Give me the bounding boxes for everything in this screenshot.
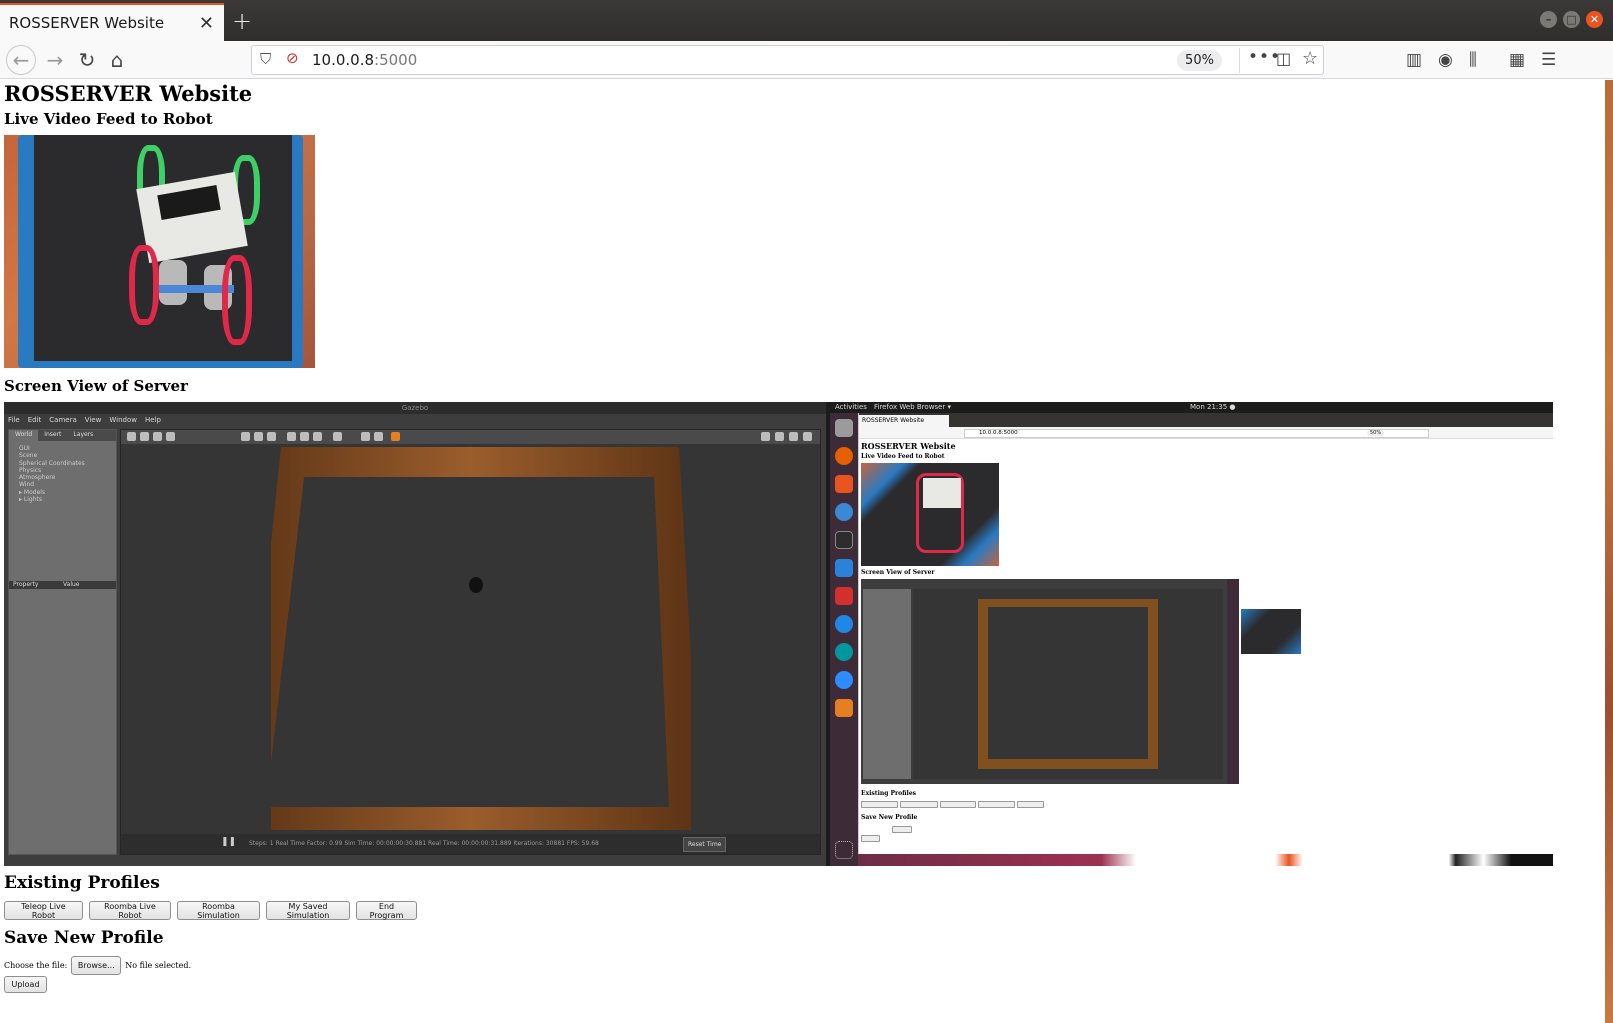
gazebo-property-header: Property Value: [9, 581, 116, 589]
sidebar-icon[interactable]: ▥: [1406, 50, 1422, 70]
gazebo-menu-file: File: [8, 416, 20, 424]
bookmark-star-icon[interactable]: ☆: [1302, 48, 1318, 69]
tracking-shield-icon[interactable]: ⛉: [260, 50, 271, 68]
ubuntu-desktop: Activities Firefox Web Browser ▾ Mon 21:…: [830, 402, 1553, 866]
gift-icon[interactable]: ▦: [1509, 50, 1525, 70]
minimize-icon[interactable]: –: [1540, 11, 1557, 28]
new-tab-button[interactable]: +: [232, 7, 252, 35]
gazebo-title: Gazebo: [4, 402, 826, 414]
server-screen-view: Gazebo File Edit Camera View Window Help…: [4, 402, 1553, 866]
wooden-arena-frame: [271, 445, 691, 830]
profile-buttons: Teleop Live Robot Roomba Live Robot Room…: [4, 901, 417, 920]
url-bar[interactable]: ⛉ ⊘ 10.0.0.8:5000 50% ••• ◫ ☆: [251, 45, 1324, 75]
robot-video-feed: [4, 135, 315, 368]
tab-title: ROSSERVER Website: [9, 14, 165, 32]
nested-browser-window: ROSSERVER Website 10.0.0.8:5000 50% ROSS…: [858, 413, 1553, 854]
no-file-selected-label: No file selected.: [125, 961, 192, 970]
gazebo-world-tree: GUI Scene Spherical Coordinates Physics …: [19, 445, 85, 504]
browser-tab[interactable]: ROSSERVER Website ✕: [0, 3, 224, 41]
gazebo-tab-insert: Insert: [44, 431, 62, 438]
gazebo-toolbar: [121, 430, 820, 444]
existing-profiles-heading: Existing Profiles: [4, 873, 160, 893]
gazebo-reset-time: Reset Time: [683, 837, 727, 852]
page-right-edge: [1560, 80, 1613, 1023]
page-content: ROSSERVER Website Live Video Feed to Rob…: [0, 80, 1613, 1023]
insecure-lock-icon[interactable]: ⊘: [286, 49, 299, 67]
tab-close-icon[interactable]: ✕: [199, 13, 214, 34]
save-profile-heading: Save New Profile: [4, 928, 164, 948]
gazebo-menu-camera: Camera: [49, 416, 77, 424]
profile-roomba-simulation-button[interactable]: Roomba Simulation: [177, 901, 260, 920]
choose-file-label: Choose the file:: [4, 961, 68, 970]
upload-button[interactable]: Upload: [4, 976, 47, 993]
end-program-button[interactable]: End Program: [356, 901, 417, 920]
gazebo-status-text: Steps: 1 Real Time Factor: 0.99 Sim Time…: [249, 840, 599, 847]
back-arrow-icon[interactable]: ←: [6, 45, 36, 75]
screen-view-heading: Screen View of Server: [4, 377, 188, 395]
ubuntu-wallpaper-strip: [858, 854, 1553, 866]
gazebo-menu-view: View: [84, 416, 102, 424]
gazebo-menu: File Edit Camera View Window Help: [8, 414, 161, 427]
gazebo-menu-edit: Edit: [27, 416, 42, 424]
file-chooser-row: Choose the file: Browse... No file selec…: [4, 956, 191, 975]
account-icon[interactable]: ◉: [1438, 50, 1453, 70]
reload-icon[interactable]: ↻: [72, 46, 102, 74]
gazebo-tab-layers: Layers: [73, 431, 94, 438]
menu-icon[interactable]: ☰: [1541, 50, 1556, 70]
gazebo-status-bar: ❚❚ Steps: 1 Real Time Factor: 0.99 Sim T…: [121, 834, 820, 854]
gazebo-left-panel: World Insert Layers GUI Scene Spherical …: [8, 429, 117, 855]
home-icon[interactable]: ⌂: [102, 46, 132, 74]
window-controls: – □ ✕: [1540, 11, 1603, 28]
browser-navbar: ← → ↻ ⌂ ⛉ ⊘ 10.0.0.8:5000 50% ••• ◫ ☆ ▥ …: [0, 41, 1613, 79]
ubuntu-dock: [830, 413, 858, 866]
url-separator: [1239, 48, 1240, 73]
browse-button[interactable]: Browse...: [71, 956, 122, 975]
close-icon[interactable]: ✕: [1586, 11, 1603, 28]
zoom-badge[interactable]: 50%: [1177, 50, 1222, 71]
gazebo-3d-view: ❚❚ Steps: 1 Real Time Factor: 0.99 Sim T…: [120, 429, 821, 855]
gazebo-window: Gazebo File Edit Camera View Window Help…: [4, 402, 826, 866]
gazebo-menu-window: Window: [109, 416, 137, 424]
live-feed-heading: Live Video Feed to Robot: [4, 110, 213, 128]
profile-my-saved-simulation-button[interactable]: My Saved Simulation: [266, 901, 350, 920]
ubuntu-top-bar: Activities Firefox Web Browser ▾ Mon 21:…: [830, 402, 1553, 413]
profile-teleop-live-robot-button[interactable]: Teleop Live Robot: [4, 901, 83, 920]
pocket-icon[interactable]: ◫: [1276, 49, 1291, 68]
page-title: ROSSERVER Website: [4, 81, 253, 106]
gazebo-tab-world: World: [9, 430, 39, 441]
browser-titlebar: ROSSERVER Website ✕ + – □ ✕: [0, 0, 1613, 41]
url-text[interactable]: 10.0.0.8:5000: [312, 51, 417, 69]
maximize-icon[interactable]: □: [1563, 11, 1580, 28]
forward-arrow-icon[interactable]: →: [40, 46, 70, 74]
gazebo-menu-help: Help: [145, 416, 161, 424]
profile-roomba-live-robot-button[interactable]: Roomba Live Robot: [89, 901, 171, 920]
library-icon[interactable]: ⫼: [1469, 50, 1477, 70]
